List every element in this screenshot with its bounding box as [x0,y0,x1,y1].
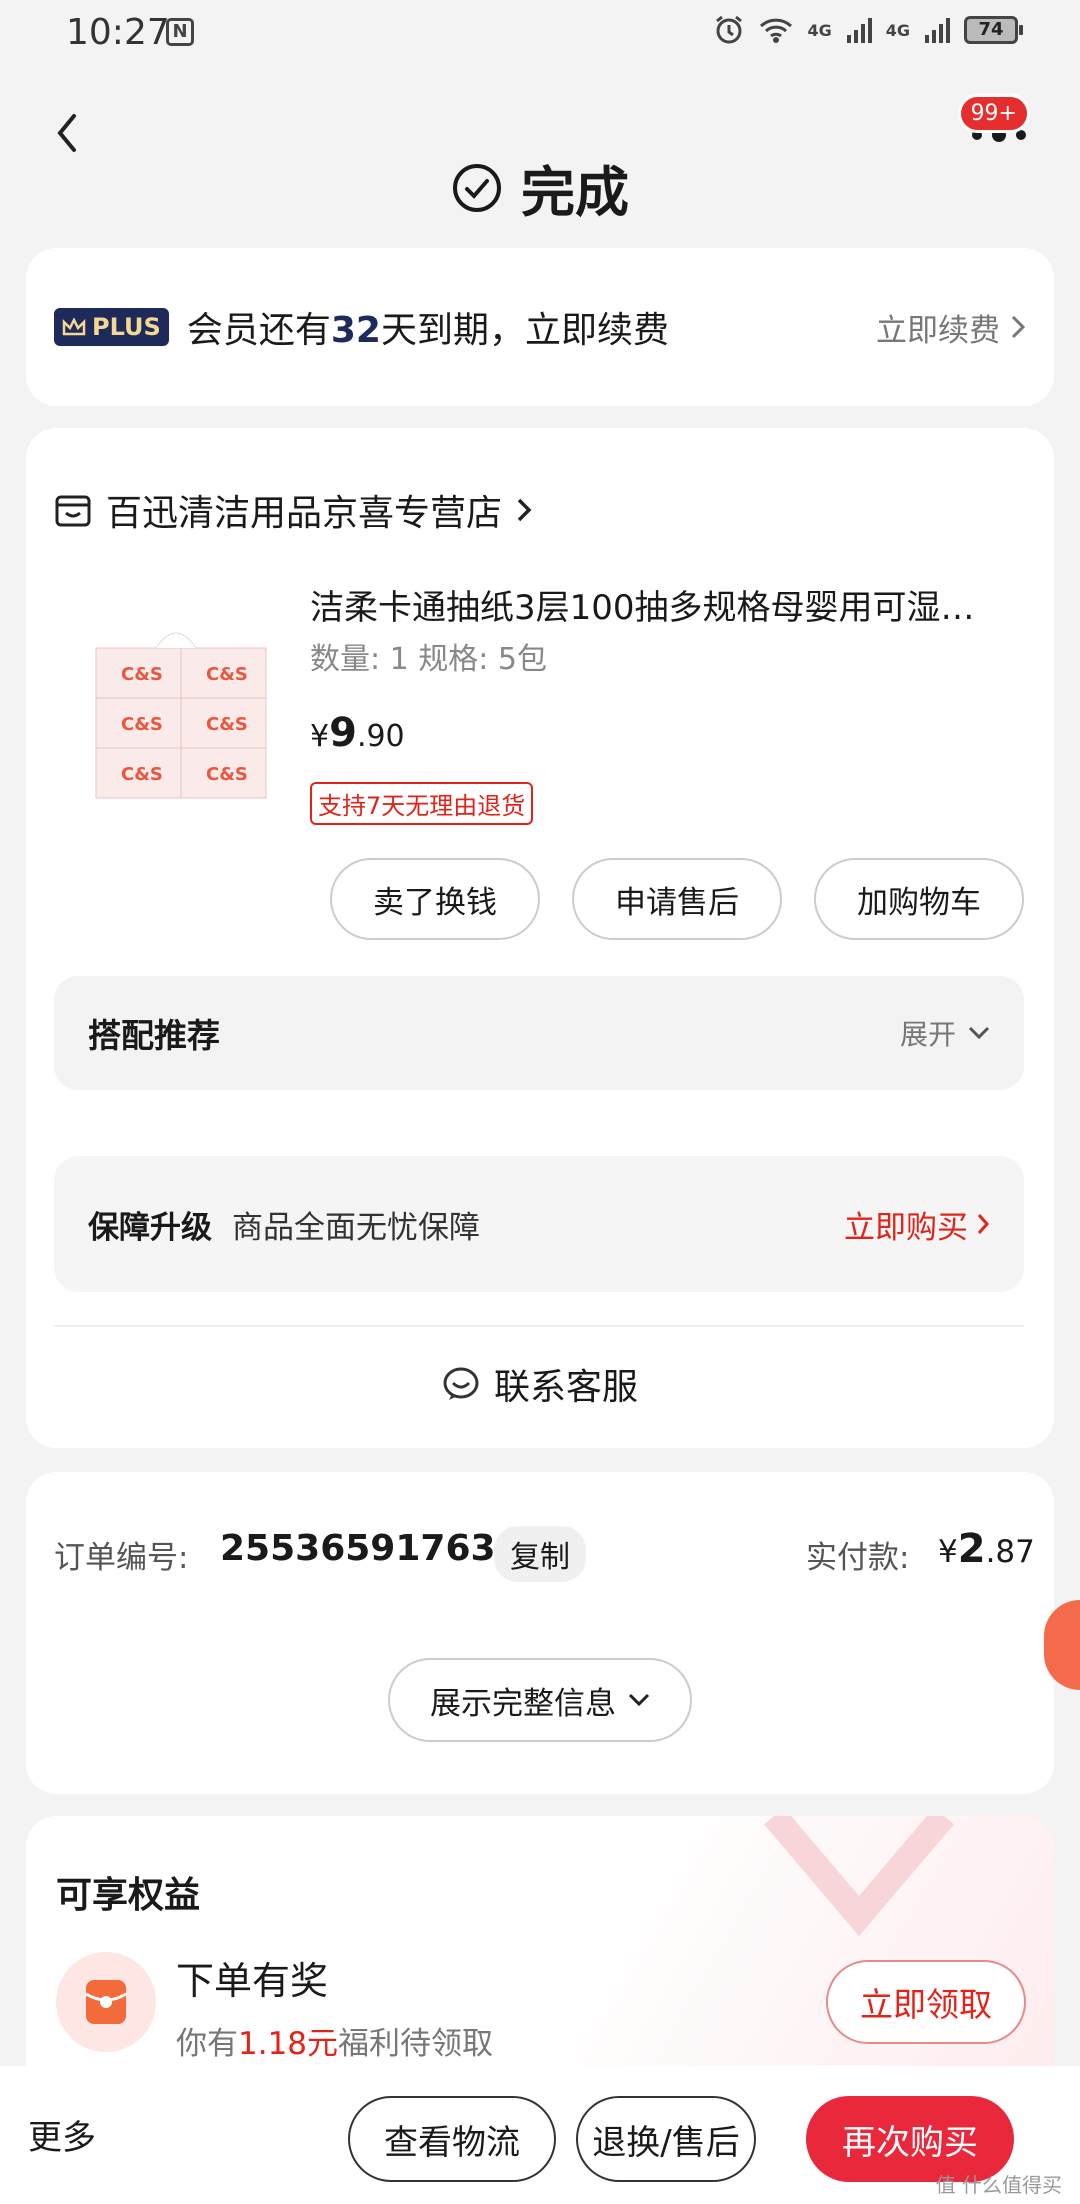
copy-button[interactable]: 复制 [494,1526,586,1582]
chevron-right-icon [517,498,532,522]
status-icons: 4G 4G 74 [713,14,1023,46]
plus-logo-text: PLUS [92,313,161,341]
check-circle-icon [453,163,501,212]
bottom-action-bar: 更多 查看物流 退换/售后 再次购买 值 什么值得买 [0,2066,1080,2204]
paid-int: 2 [957,1526,986,1572]
order-number-label: 订单编号: [54,1540,189,1576]
plus-text-pre: 会员还有 [186,310,331,351]
image-brand-text-2: C&S [206,664,248,685]
plus-days: 32 [330,310,381,351]
message-badge: 99+ [957,94,1030,133]
image-brand-text-4: C&S [206,714,248,735]
image-brand-text-1: C&S [121,664,163,685]
paid-label: 实付款: [806,1540,910,1576]
recommend-section[interactable]: 搭配推荐 展开 [54,976,1024,1090]
heart-decoration-icon [764,1816,954,1937]
signal-icon [846,18,872,43]
product-title[interactable]: 洁柔卡通抽纸3层100抽多规格母婴用可湿… [310,580,1010,629]
order-info-card: 订单编号: 255365917631 复制 实付款: ¥2.87 展示完整信息 [26,1472,1054,1794]
product-price: ¥9.90 [310,710,405,756]
benefits-title: 可享权益 [56,1875,201,1916]
chevron-right-icon [977,1214,990,1234]
guarantee-buy-label: 立即购买 [844,1209,968,1246]
plus-membership-card[interactable]: PLUS 会员还有32天到期，立即续费 立即续费 [26,248,1054,406]
guarantee-upgrade[interactable]: 保障升级 商品全面无忧保障 立即购买 [54,1156,1024,1292]
divider [54,1325,1024,1327]
image-brand-text-5: C&S [121,764,163,785]
contact-service-button[interactable]: 联系客服 [26,1358,1054,1410]
watermark: 值 什么值得买 [935,2173,1062,2197]
image-brand-text-3: C&S [121,714,163,735]
view-logistics-button[interactable]: 查看物流 [348,2096,556,2182]
store-icon [55,495,91,527]
alarm-icon [716,15,743,44]
benefit-amount: 1.18元 [238,2026,339,2062]
show-full-info-label: 展示完整信息 [430,1685,616,1722]
plus-renew-label: 立即续费 [876,312,1000,349]
price-int: 9 [329,710,357,756]
product-spec: 数量: 1 规格: 5包 [310,642,547,677]
contact-service-label: 联系客服 [493,1367,638,1408]
crown-icon [62,318,86,336]
battery-icon: 74 [964,16,1023,44]
plus-text-post: 天到期，立即续费 [380,310,669,351]
customer-service-icon [443,1367,479,1400]
guarantee-buy-link[interactable]: 立即购买 [844,1202,990,1247]
return-after-sale-button[interactable]: 退换/售后 [576,2096,756,2182]
signal-label-1: 4G [807,20,832,40]
status-time: 10:27 [66,12,170,53]
wifi-icon [760,18,793,43]
price-symbol: ¥ [310,719,330,754]
show-full-info-button[interactable]: 展示完整信息 [388,1658,692,1742]
guarantee-desc: 商品全面无忧保障 [232,1209,480,1246]
recommend-title: 搭配推荐 [88,1016,220,1055]
tissue-pack-image: C&S C&S C&S C&S C&S C&S [95,632,267,799]
plus-logo: PLUS [54,308,169,346]
store-name: 百迅清洁用品京喜专营店 [106,493,503,534]
page-title-wrap: 完成 [0,148,1080,227]
recommend-expand[interactable]: 展开 [900,1013,990,1053]
page-title: 完成 [521,161,629,224]
chevron-down-icon [628,1693,650,1707]
order-card: 百迅清洁用品京喜专营店 C&S C&S C&S C&S C&S C&S 洁柔卡通… [26,428,1054,1448]
chevron-down-icon [968,1026,990,1040]
nfc-icon: N [166,18,194,46]
product-image[interactable]: C&S C&S C&S C&S C&S C&S [66,588,296,818]
benefit-name: 下单有奖 [176,1959,329,2003]
price-dec: .90 [356,719,405,754]
benefit-desc: 你有1.18元福利待领取 [176,2018,493,2063]
more-link[interactable]: 更多 [28,2110,96,2159]
order-number: 255365917631 [220,1528,521,1569]
plus-renew-link[interactable]: 立即续费 [876,305,1026,350]
benefit-desc-post: 福利待领取 [338,2026,494,2062]
benefit-desc-pre: 你有 [176,2026,238,2062]
image-brand-text-6: C&S [206,764,248,785]
chevron-right-icon [1011,315,1026,339]
red-envelope-icon [56,1952,156,2052]
signal-label-2: 4G [885,20,910,40]
paid-symbol: ¥ [938,1534,958,1570]
claim-button[interactable]: 立即领取 [826,1960,1026,2044]
signal-icon-2 [925,18,950,43]
recommend-expand-label: 展开 [899,1018,956,1051]
paid-dec: .87 [985,1534,1035,1570]
return-policy-tag: 支持7天无理由退货 [310,782,534,825]
sell-button[interactable]: 卖了换钱 [330,858,540,940]
status-bar: 10:27 N 4G 4G 74 [0,0,1080,66]
plus-expiry-text: 会员还有32天到期，立即续费 [187,301,669,353]
after-sale-button[interactable]: 申请售后 [572,858,782,940]
guarantee-title: 保障升级 [88,1209,212,1246]
add-to-cart-button[interactable]: 加购物车 [814,858,1024,940]
paid-amount: ¥2.87 [938,1526,1035,1572]
store-link[interactable]: 百迅清洁用品京喜专营店 [54,484,532,536]
